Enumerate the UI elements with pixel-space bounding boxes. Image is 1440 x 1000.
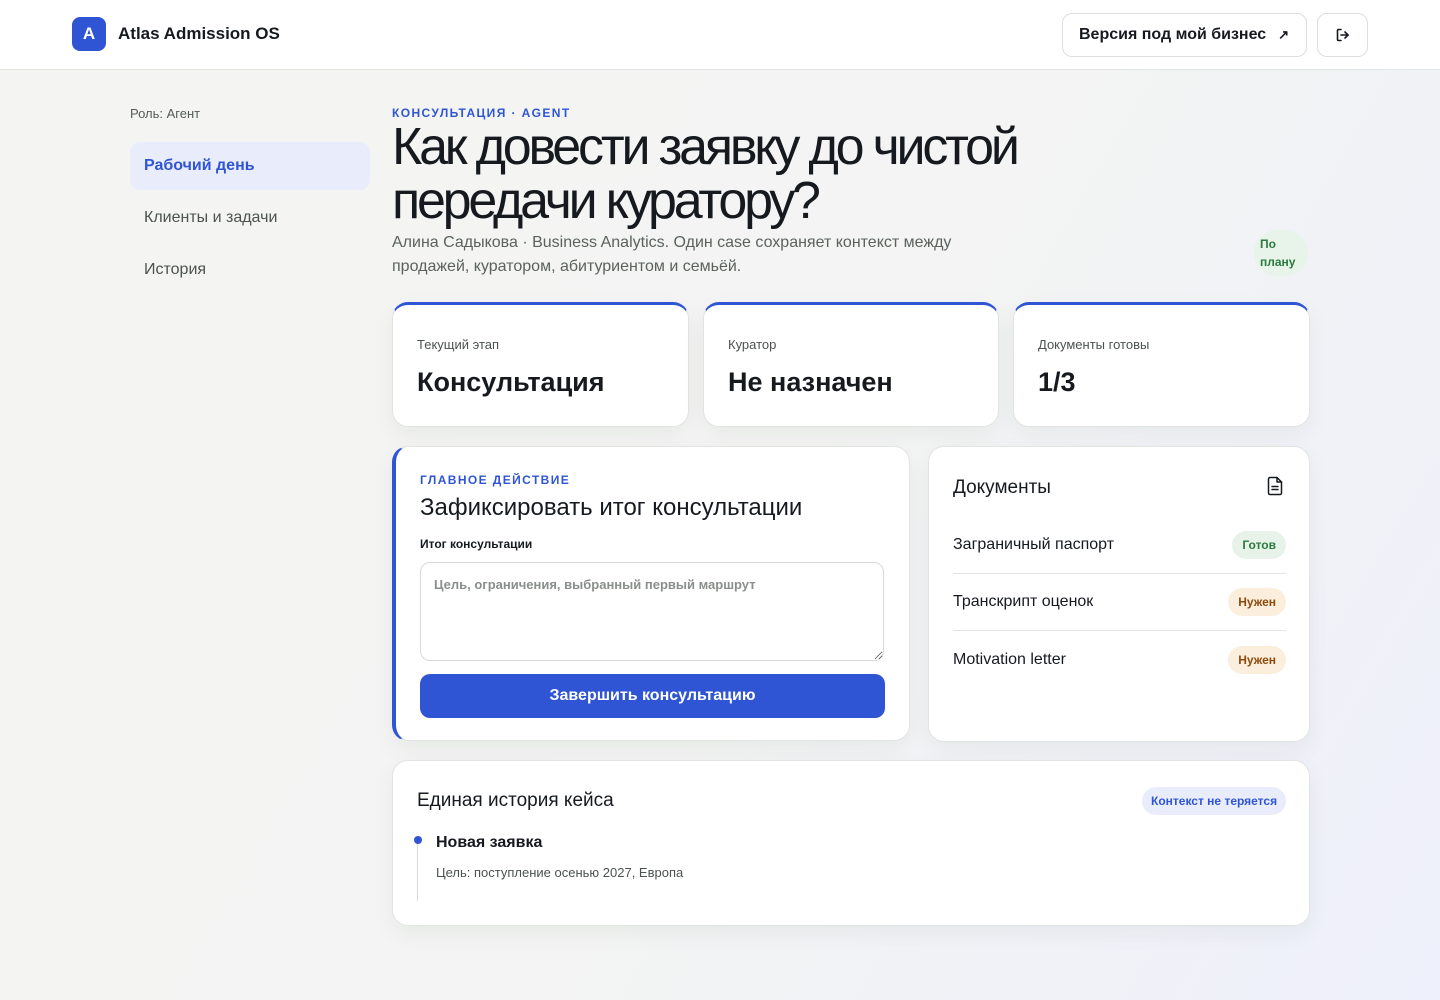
outcome-field-label: Итог консультации: [420, 537, 533, 551]
documents-title: Документы: [953, 477, 1051, 498]
document-icon: [1267, 476, 1283, 496]
stat-card-curator: Куратор Не назначен: [703, 302, 999, 427]
action-eyebrow: ГЛАВНОЕ ДЕЙСТВИЕ: [420, 473, 571, 487]
sidebar-item-history[interactable]: История: [130, 246, 370, 294]
logout-icon: [1336, 28, 1349, 42]
page-subtitle: Алина Садыкова · Business Analytics. Оди…: [392, 234, 952, 275]
document-name: Заграничный паспорт: [953, 536, 1115, 553]
top-bar: A Atlas Admission OS Версия под мой бизн…: [0, 0, 1440, 70]
timeline-event-title: Новая заявка: [436, 834, 543, 851]
stat-label: Документы готовы: [1038, 337, 1150, 352]
sidebar-item-label: История: [144, 261, 207, 278]
action-title: Зафиксировать итог консультации: [420, 494, 803, 521]
document-name: Транскрипт оценок: [953, 593, 1094, 610]
sidebar-item-workday[interactable]: Рабочий день: [130, 142, 370, 190]
document-row: Motivation letter Нужен: [953, 631, 1286, 688]
document-row: Транскрипт оценок Нужен: [953, 574, 1286, 631]
document-status-badge: Нужен: [1228, 588, 1286, 616]
history-title: Единая история кейса: [417, 790, 614, 811]
consultation-outcome-input[interactable]: [420, 562, 884, 661]
status-badge: По плану: [1254, 230, 1308, 276]
stat-card-stage: Текущий этап Консультация: [392, 302, 689, 427]
logout-button[interactable]: [1317, 13, 1368, 57]
sidebar-item-clients-tasks[interactable]: Клиенты и задачи: [130, 194, 370, 242]
logo-mark: A: [72, 17, 106, 51]
document-row: Заграничный паспорт Готов: [953, 517, 1286, 574]
timeline-line: [417, 839, 418, 901]
documents-card: Документы Заграничный паспорт Готов Тран…: [928, 446, 1310, 742]
role-label: Роль: Агент: [130, 106, 201, 121]
app-name: Atlas Admission OS: [118, 24, 280, 43]
stat-value: Консультация: [417, 367, 605, 397]
complete-consultation-button[interactable]: Завершить консультацию: [420, 674, 885, 718]
main-action-card: ГЛАВНОЕ ДЕЙСТВИЕ Зафиксировать итог конс…: [392, 446, 910, 741]
page-title: Как довести заявку до чистой передачи ку…: [392, 118, 1020, 230]
business-version-button[interactable]: Версия под мой бизнес ↗: [1062, 13, 1307, 57]
document-status-badge: Готов: [1232, 531, 1286, 559]
business-version-label: Версия под мой бизнес: [1079, 26, 1267, 43]
stat-card-documents: Документы готовы 1/3: [1013, 302, 1310, 427]
stat-label: Куратор: [728, 337, 777, 352]
timeline-dot: [414, 836, 422, 844]
sidebar-item-label: Рабочий день: [144, 157, 255, 174]
stat-value: 1/3: [1038, 367, 1076, 397]
sidebar-item-label: Клиенты и задачи: [144, 209, 278, 226]
arrow-up-right-icon: ↗: [1278, 27, 1290, 42]
context-badge: Контекст не теряется: [1142, 787, 1287, 815]
stat-value: Не назначен: [728, 367, 893, 397]
stat-label: Текущий этап: [417, 337, 500, 352]
case-history-card: Единая история кейса Контекст не теряетс…: [392, 760, 1310, 926]
timeline-event-description: Цель: поступление осенью 2027, Европа: [436, 865, 684, 880]
document-name: Motivation letter: [953, 650, 1066, 668]
document-status-badge: Нужен: [1228, 645, 1286, 674]
